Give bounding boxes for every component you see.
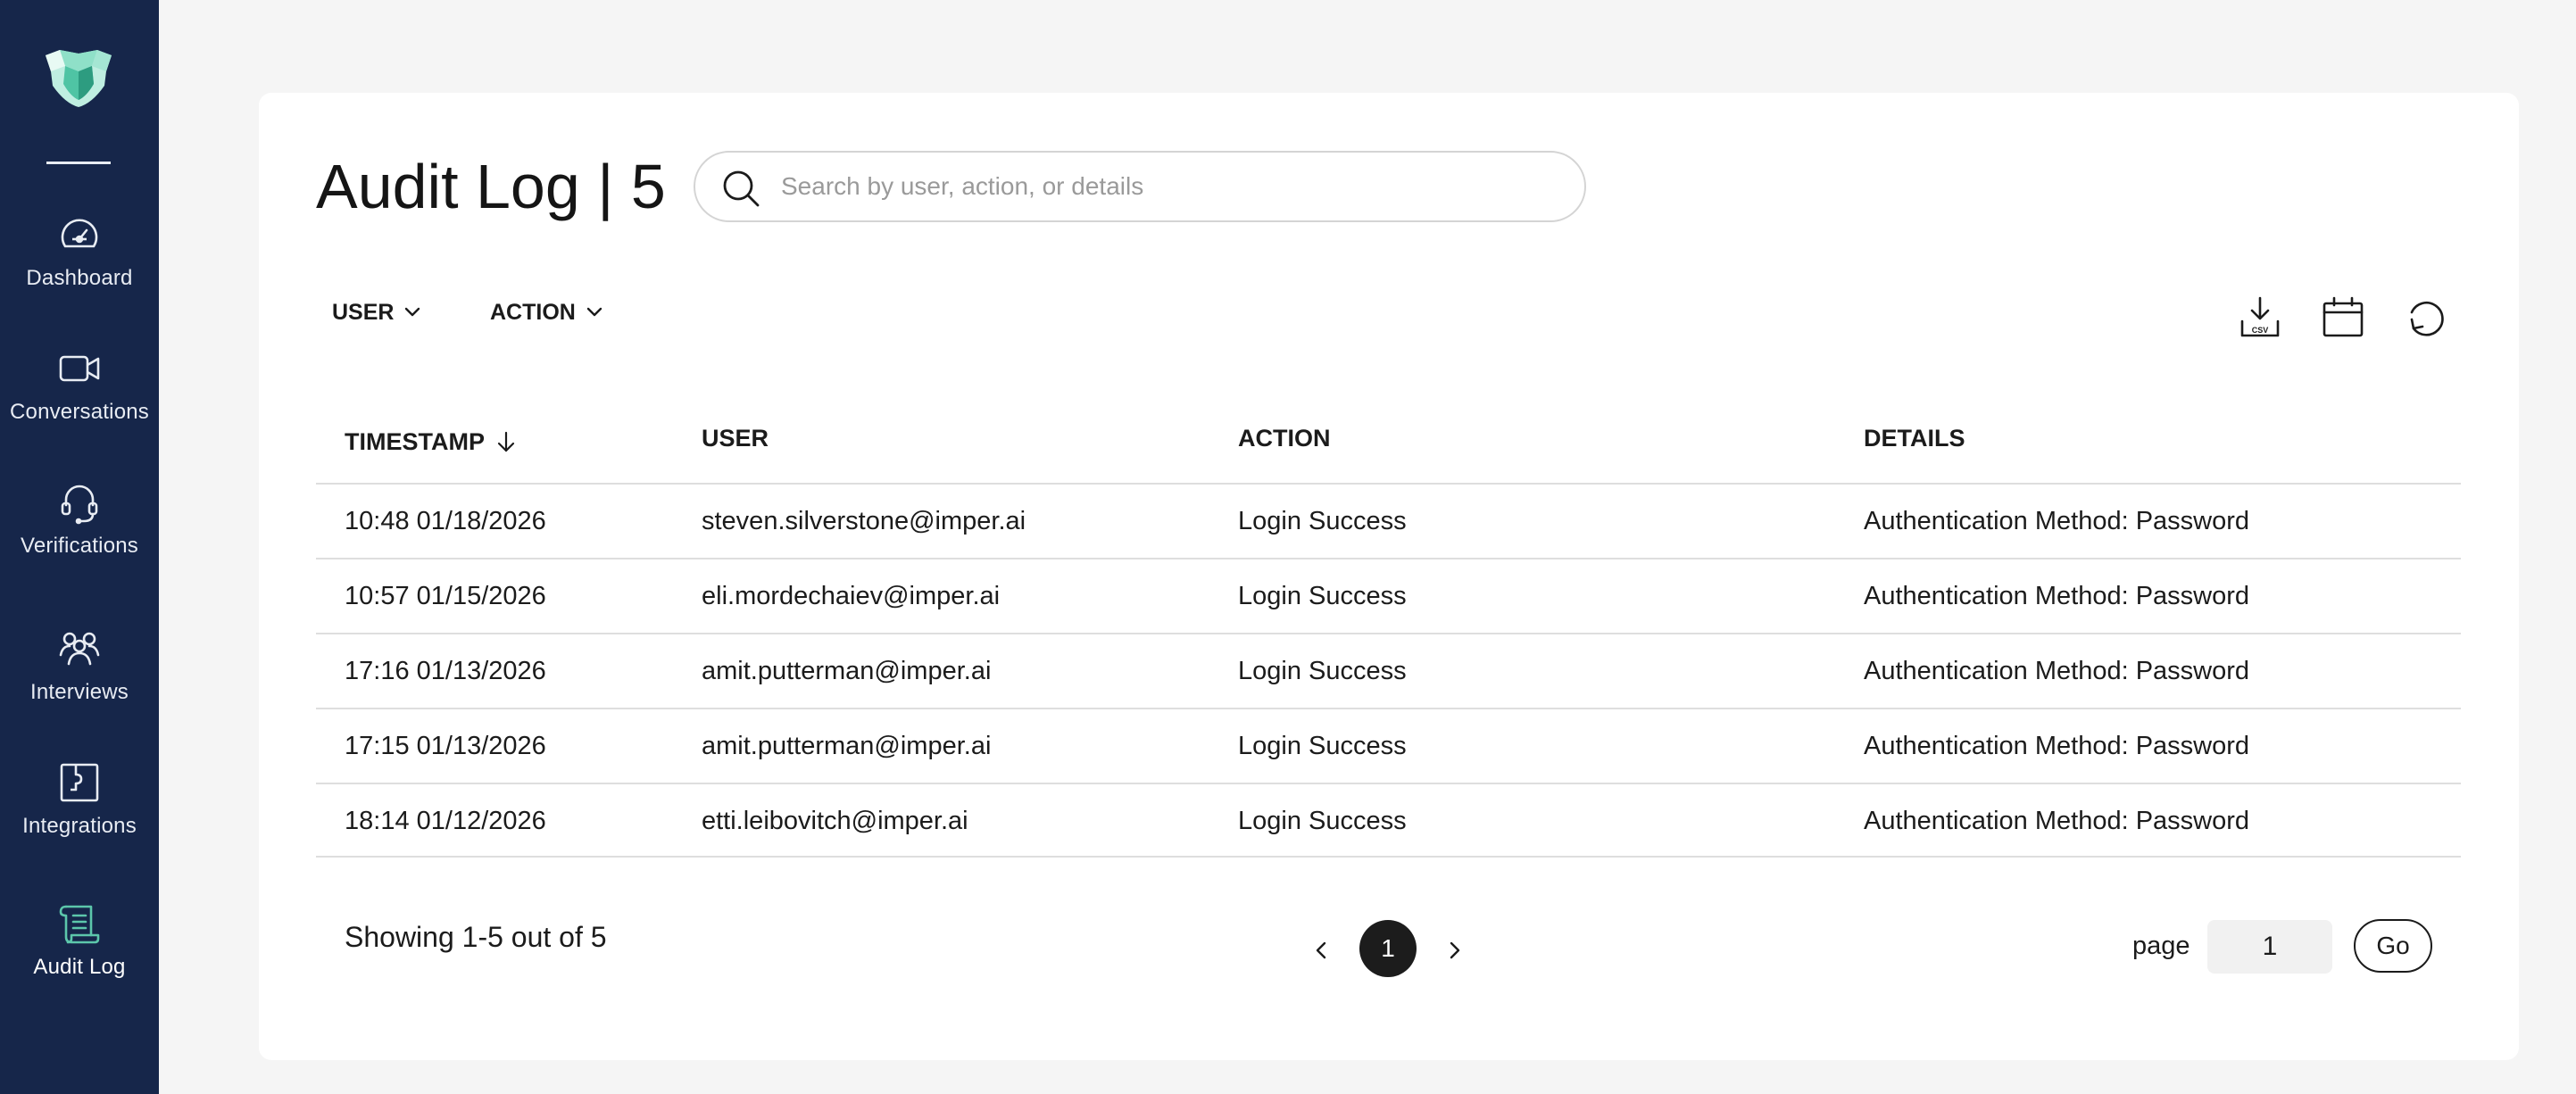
cell-details: Authentication Method: Password <box>1864 657 2250 685</box>
cell-user: etti.leibovitch@imper.ai <box>702 807 968 835</box>
go-button[interactable]: Go <box>2354 919 2432 973</box>
sidebar-item-conversations[interactable]: Conversations <box>0 346 159 471</box>
sidebar-divider <box>46 162 111 164</box>
page-title: Audit Log | 5 <box>316 152 666 221</box>
search-input[interactable] <box>781 165 1549 208</box>
table-row: 18:14 01/12/2026 etti.leibovitch@imper.a… <box>316 783 2461 858</box>
column-header-label: TIMESTAMP <box>345 428 485 455</box>
sidebar-item-label: Audit Log <box>33 955 126 979</box>
cell-action: Login Success <box>1238 732 1407 760</box>
cell-action: Login Success <box>1238 807 1407 835</box>
speedometer-icon <box>61 219 98 248</box>
headset-icon <box>61 485 98 525</box>
sidebar-item-audit-log[interactable]: Audit Log <box>0 901 159 1026</box>
download-csv-icon: CSV <box>2240 296 2280 337</box>
sidebar-item-interviews[interactable]: Interviews <box>0 626 159 751</box>
cell-user: amit.putterman@imper.ai <box>702 657 992 685</box>
cell-details: Authentication Method: Password <box>1864 507 2250 535</box>
page-jump-label: page <box>2132 932 2190 960</box>
page-jump-input[interactable] <box>2207 920 2332 974</box>
cell-action: Login Success <box>1238 657 1407 685</box>
cell-details: Authentication Method: Password <box>1864 732 2250 760</box>
action-filter-dropdown[interactable]: ACTION <box>490 300 604 339</box>
results-count: Showing 1-5 out of 5 <box>345 921 607 953</box>
search-icon <box>723 170 760 207</box>
cell-timestamp: 18:14 01/12/2026 <box>345 807 546 835</box>
cell-action: Login Success <box>1238 582 1407 610</box>
calendar-icon <box>2323 296 2364 337</box>
cell-user: eli.mordechaiev@imper.ai <box>702 582 1001 610</box>
sidebar: Dashboard Conversations Verifications In… <box>0 0 159 1094</box>
sidebar-item-integrations[interactable]: Integrations <box>0 760 159 885</box>
column-header-details: DETAILS <box>1864 425 1965 452</box>
search-box[interactable] <box>694 151 1586 222</box>
scroll-icon <box>59 905 100 944</box>
cell-user: amit.putterman@imper.ai <box>702 732 992 760</box>
csv-icon-text: CSV <box>2252 326 2269 335</box>
video-camera-icon <box>59 355 100 382</box>
cell-action: Login Success <box>1238 507 1407 535</box>
chevron-down-icon <box>405 307 420 317</box>
sidebar-item-verifications[interactable]: Verifications <box>0 480 159 605</box>
date-range-button[interactable] <box>2318 293 2368 343</box>
sort-descending-icon[interactable] <box>494 429 519 454</box>
puzzle-icon <box>60 763 99 802</box>
refresh-icon <box>2410 301 2444 336</box>
shield-logo-icon[interactable] <box>42 45 115 109</box>
column-header-action: ACTION <box>1238 425 1331 452</box>
cell-details: Authentication Method: Password <box>1864 807 2250 835</box>
sidebar-item-dashboard[interactable]: Dashboard <box>0 212 159 337</box>
cell-timestamp: 17:15 01/13/2026 <box>345 732 546 760</box>
column-header-timestamp[interactable]: TIMESTAMP <box>345 425 519 456</box>
sidebar-item-label: Conversations <box>9 400 149 424</box>
chevron-right-icon[interactable] <box>1440 935 1470 966</box>
sidebar-item-label: Interviews <box>29 680 129 704</box>
audit-log-card: Audit Log | 5 USER ACTION CSV <box>259 93 2519 1060</box>
cell-timestamp: 10:57 01/15/2026 <box>345 582 546 610</box>
table-row: 17:16 01/13/2026 amit.putterman@imper.ai… <box>316 633 2461 708</box>
user-filter-label: USER <box>332 300 395 325</box>
download-csv-button[interactable]: CSV <box>2235 293 2285 343</box>
cell-timestamp: 10:48 01/18/2026 <box>345 507 546 535</box>
sidebar-item-label: Dashboard <box>26 266 133 290</box>
sidebar-item-label: Verifications <box>21 534 138 558</box>
refresh-button[interactable] <box>2401 293 2451 343</box>
page-button-current[interactable]: 1 <box>1359 920 1417 977</box>
cell-details: Authentication Method: Password <box>1864 582 2250 610</box>
table-row: 10:48 01/18/2026 steven.silverstone@impe… <box>316 483 2461 558</box>
users-group-icon <box>59 632 100 666</box>
sidebar-item-label: Integrations <box>22 814 137 838</box>
table-row: 17:15 01/13/2026 amit.putterman@imper.ai… <box>316 708 2461 783</box>
chevron-down-icon <box>586 307 602 317</box>
chevron-left-icon[interactable] <box>1306 935 1336 966</box>
user-filter-dropdown[interactable]: USER <box>332 300 422 339</box>
cell-user: steven.silverstone@imper.ai <box>702 507 1026 535</box>
cell-timestamp: 17:16 01/13/2026 <box>345 657 546 685</box>
table-row: 10:57 01/15/2026 eli.mordechaiev@imper.a… <box>316 558 2461 633</box>
column-header-user: USER <box>702 425 769 452</box>
action-filter-label: ACTION <box>490 300 576 325</box>
